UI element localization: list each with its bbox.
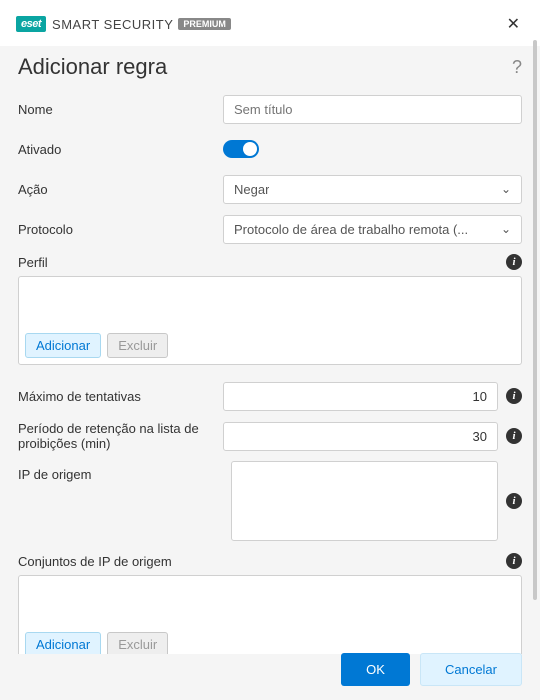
action-value: Negar: [234, 182, 269, 197]
profile-section: Perfil i: [18, 254, 522, 270]
info-icon[interactable]: i: [506, 428, 522, 444]
profile-label: Perfil: [18, 255, 48, 270]
max-attempts-label: Máximo de tentativas: [18, 389, 223, 404]
brand-text: SMART SECURITY: [52, 17, 173, 32]
cancel-button[interactable]: Cancelar: [420, 653, 522, 686]
profile-delete-button[interactable]: Excluir: [107, 333, 168, 358]
page-title: Adicionar regra: [18, 54, 167, 80]
brand-badge: eset: [16, 16, 46, 32]
info-icon[interactable]: i: [506, 254, 522, 270]
window-header: eset SMART SECURITY PREMIUM ✕: [0, 0, 540, 46]
source-ip-sets-list-area[interactable]: [19, 576, 521, 626]
name-label: Nome: [18, 102, 223, 117]
action-select[interactable]: Negar ⌄: [223, 175, 522, 204]
row-source-ip: IP de origem i: [18, 461, 522, 541]
name-input[interactable]: [223, 95, 522, 124]
chevron-down-icon: ⌄: [501, 182, 511, 196]
retention-input[interactable]: [223, 422, 498, 451]
title-bar: Adicionar regra ?: [0, 46, 540, 94]
info-icon[interactable]: i: [506, 493, 522, 509]
source-ip-label: IP de origem: [18, 461, 223, 482]
row-enabled: Ativado: [18, 134, 522, 164]
help-icon[interactable]: ?: [512, 57, 522, 78]
protocol-select[interactable]: Protocolo de área de trabalho remota (..…: [223, 215, 522, 244]
row-action: Ação Negar ⌄: [18, 174, 522, 204]
source-ip-sets-section: Conjuntos de IP de origem i: [18, 553, 522, 569]
retention-label: Período de retenção na lista de proibiçõ…: [18, 421, 223, 451]
info-icon[interactable]: i: [506, 388, 522, 404]
chevron-down-icon: ⌄: [501, 222, 511, 236]
protocol-value: Protocolo de área de trabalho remota (..…: [234, 222, 468, 237]
protocol-label: Protocolo: [18, 222, 223, 237]
footer: OK Cancelar: [0, 639, 540, 700]
profile-add-button[interactable]: Adicionar: [25, 333, 101, 358]
row-name: Nome: [18, 94, 522, 124]
profile-listbox: Adicionar Excluir: [18, 276, 522, 365]
info-icon[interactable]: i: [506, 553, 522, 569]
max-attempts-input[interactable]: [223, 382, 498, 411]
ok-button[interactable]: OK: [341, 653, 410, 686]
source-ip-textarea[interactable]: [231, 461, 498, 541]
brand-tier: PREMIUM: [178, 18, 231, 30]
source-ip-sets-label: Conjuntos de IP de origem: [18, 554, 172, 569]
profile-list-area[interactable]: [19, 277, 521, 327]
row-retention: Período de retenção na lista de proibiçõ…: [18, 421, 522, 451]
row-max-attempts: Máximo de tentativas i: [18, 381, 522, 411]
enabled-label: Ativado: [18, 142, 223, 157]
row-protocol: Protocolo Protocolo de área de trabalho …: [18, 214, 522, 244]
close-icon[interactable]: ✕: [503, 10, 524, 38]
content-area: Nome Ativado Ação Negar ⌄ Protocolo Prot…: [0, 94, 540, 654]
enabled-toggle[interactable]: [223, 140, 259, 158]
action-label: Ação: [18, 182, 223, 197]
